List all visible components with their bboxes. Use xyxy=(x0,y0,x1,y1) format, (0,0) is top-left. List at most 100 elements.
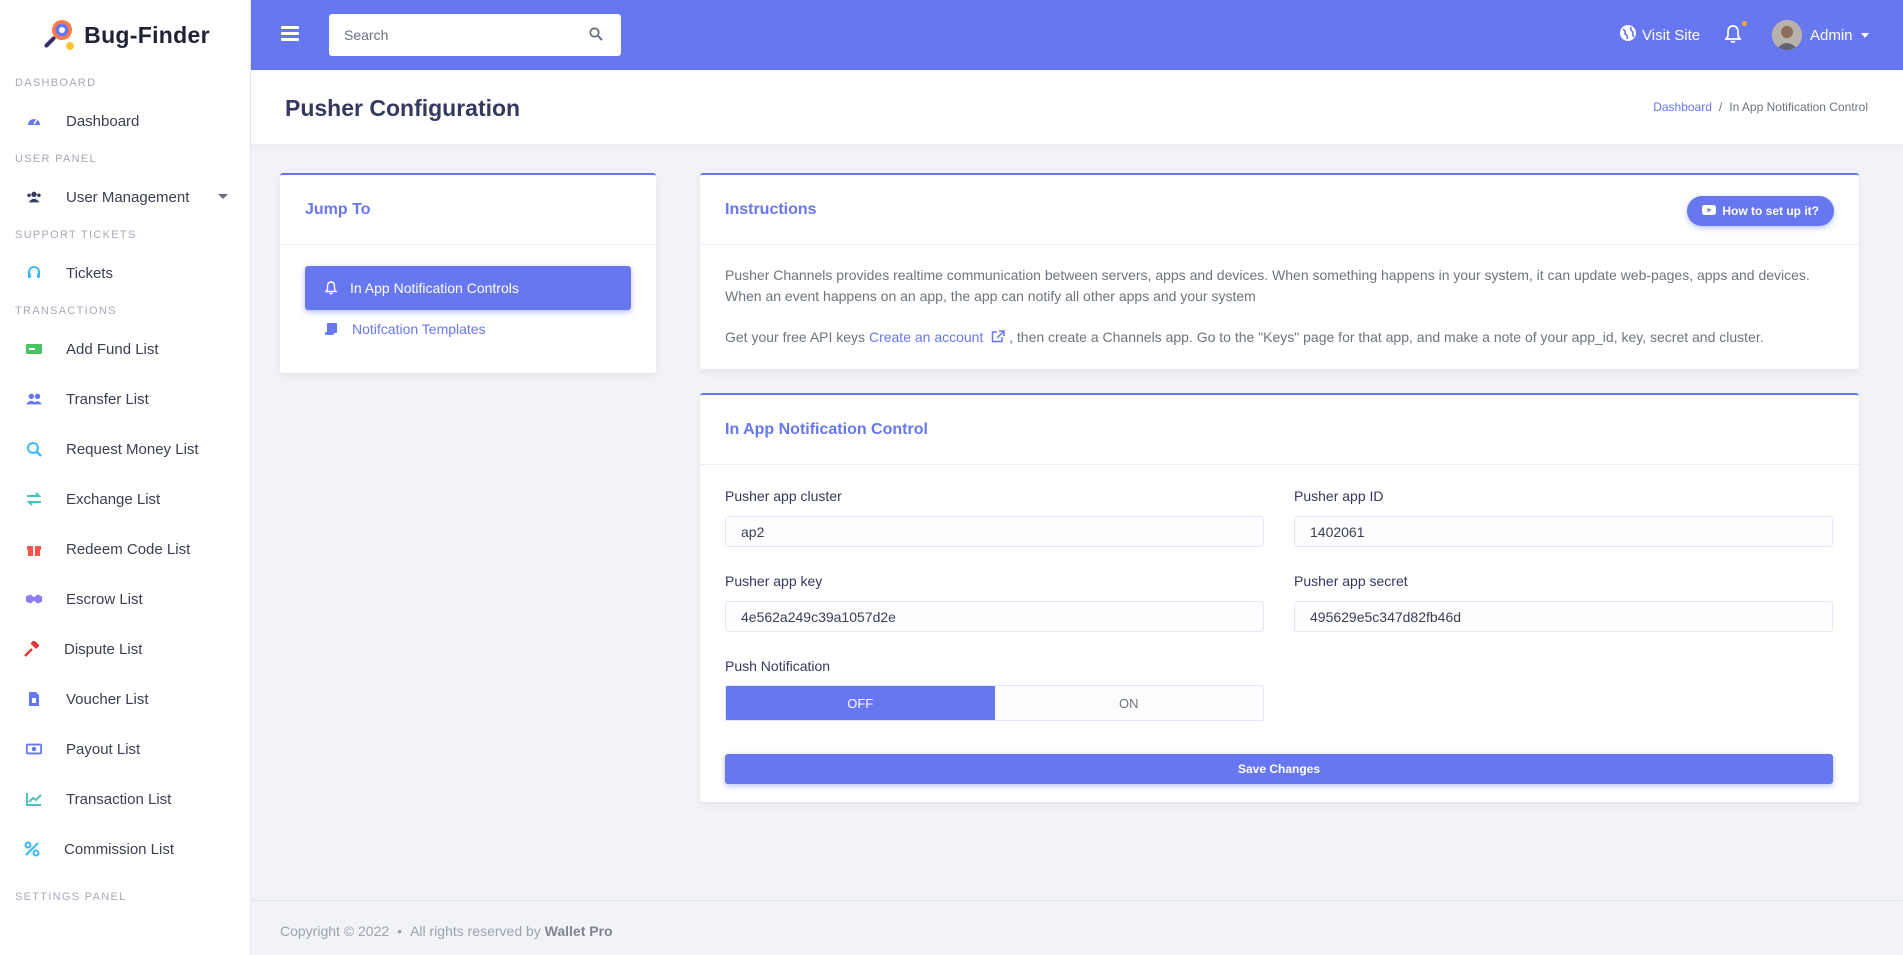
app-secret-input[interactable] xyxy=(1294,601,1833,632)
sidebar-item-label: Tickets xyxy=(66,264,113,282)
nav-section-settings-panel: SETTINGS PANEL xyxy=(15,891,127,903)
card-header: Jump To xyxy=(280,175,656,245)
app-key-input[interactable] xyxy=(725,601,1264,632)
push-notification-toggle: OFF ON xyxy=(725,685,1264,721)
jump-item-label: Notifcation Templates xyxy=(352,321,486,337)
card-title: Instructions xyxy=(725,200,817,218)
visit-site-link[interactable]: Visit Site xyxy=(1619,24,1700,46)
footer: Copyright © 2022 • All rights reserved by … xyxy=(251,900,1903,955)
sidebar-item-label: Escrow List xyxy=(66,590,143,608)
money-check-icon xyxy=(26,341,42,357)
bug-finder-logo-icon xyxy=(40,16,78,54)
sidebar-item-label: Transfer List xyxy=(66,390,149,408)
rights-text: All rights reserved by xyxy=(410,923,541,939)
gavel-icon xyxy=(24,641,40,657)
exchange-icon xyxy=(26,491,42,507)
notification-control-card: In App Notification Control Pusher app c… xyxy=(700,393,1859,802)
sidebar-item-label: Dispute List xyxy=(64,640,143,658)
app-id-input[interactable] xyxy=(1294,516,1833,547)
sidebar-item-label: Commission List xyxy=(64,840,175,858)
hamburger-menu-icon[interactable] xyxy=(281,26,299,42)
sidebar-item-commission-list[interactable]: Commission List xyxy=(0,824,250,874)
topbar: Visit Site Admin xyxy=(251,0,1903,70)
percent-icon xyxy=(24,841,40,857)
sidebar-item-dispute-list[interactable]: Dispute List xyxy=(0,624,250,674)
company-name[interactable]: Wallet Pro xyxy=(545,923,613,939)
sidebar-item-add-fund-list[interactable]: Add Fund List xyxy=(0,324,250,374)
push-notification-label: Push Notification xyxy=(725,658,831,674)
how-to-setup-button[interactable]: How to set up it? xyxy=(1687,196,1834,226)
sidebar-item-redeem-code-list[interactable]: Redeem Code List xyxy=(0,524,250,574)
notification-dot xyxy=(1742,21,1747,26)
headset-icon xyxy=(26,265,42,281)
sidebar-item-exchange-list[interactable]: Exchange List xyxy=(0,474,250,524)
page-header: Pusher Configuration Dashboard / In App No… xyxy=(251,70,1903,144)
nav-section-support-tickets: SUPPORT TICKETS xyxy=(15,229,137,241)
money-bill-icon xyxy=(26,741,42,757)
sidebar-item-voucher-list[interactable]: Voucher List xyxy=(0,674,250,724)
sidebar-item-payout-list[interactable]: Payout List xyxy=(0,724,250,774)
toggle-off-option[interactable]: OFF xyxy=(726,686,995,720)
create-account-label: Create an account xyxy=(868,329,984,345)
jump-item-in-app-notification-controls[interactable]: In App Notification Controls xyxy=(305,266,631,310)
user-transfer-icon xyxy=(26,391,42,407)
sidebar-item-user-management[interactable]: User Management xyxy=(0,172,250,222)
search-icon[interactable] xyxy=(589,27,605,43)
gift-icon xyxy=(26,541,42,557)
save-changes-button[interactable]: Save Changes xyxy=(725,754,1833,784)
sidebar: Bug-Finder DASHBOARD Dashboard USER PANE… xyxy=(0,0,251,955)
breadcrumb-current: In App Notification Control xyxy=(1729,100,1868,114)
api-keys-suffix: , then create a Channels app. Go to the … xyxy=(1009,329,1764,345)
card-header: In App Notification Control xyxy=(700,395,1859,465)
app-secret-label: Pusher app secret xyxy=(1294,573,1408,589)
handshake-icon xyxy=(26,591,42,607)
card-title: In App Notification Control xyxy=(725,420,928,438)
voucher-icon xyxy=(26,691,42,707)
brand[interactable]: Bug-Finder xyxy=(0,0,250,70)
copyright-text: Copyright © 2022 xyxy=(280,923,390,939)
admin-dropdown[interactable]: Admin xyxy=(1772,20,1869,50)
sidebar-item-transaction-list[interactable]: Transaction List xyxy=(0,774,250,824)
sidebar-item-transfer-list[interactable]: Transfer List xyxy=(0,374,250,424)
chevron-down-icon xyxy=(1860,32,1869,38)
app-key-label: Pusher app key xyxy=(725,573,823,589)
api-keys-prefix: Get your free API keys xyxy=(725,329,866,345)
search-input[interactable] xyxy=(329,14,579,56)
visit-site-label: Visit Site xyxy=(1642,26,1701,44)
chevron-down-icon xyxy=(218,194,228,199)
instructions-card: Instructions How to set up it? Pusher Ch… xyxy=(700,173,1859,369)
admin-label: Admin xyxy=(1810,26,1853,44)
toggle-on-option[interactable]: ON xyxy=(994,686,1263,720)
youtube-icon xyxy=(1702,204,1717,218)
jump-to-card: Jump To In App Notification Controls Not… xyxy=(280,173,656,373)
breadcrumb-separator: / xyxy=(1718,100,1723,114)
app-id-label: Pusher app ID xyxy=(1294,488,1384,504)
sidebar-item-request-money-list[interactable]: Request Money List xyxy=(0,424,250,474)
create-account-link[interactable]: Create an account xyxy=(869,329,1009,345)
sidebar-item-label: Exchange List xyxy=(66,490,161,508)
sidebar-item-label: Redeem Code List xyxy=(66,540,191,558)
breadcrumb-dashboard-link[interactable]: Dashboard xyxy=(1653,100,1712,114)
bell-icon[interactable] xyxy=(1724,24,1742,44)
gauge-icon xyxy=(26,113,42,129)
how-to-setup-label: How to set up it? xyxy=(1722,204,1819,218)
users-icon xyxy=(26,189,42,205)
brand-name: Bug-Finder xyxy=(84,21,210,48)
sidebar-item-dashboard[interactable]: Dashboard xyxy=(0,96,250,146)
cluster-input[interactable] xyxy=(725,516,1264,547)
sidebar-item-label: Request Money List xyxy=(66,440,199,458)
external-link-icon xyxy=(987,329,1005,345)
chart-line-icon xyxy=(26,791,42,807)
sidebar-item-tickets[interactable]: Tickets xyxy=(0,248,250,298)
jump-item-notification-templates[interactable]: Notifcation Templates xyxy=(325,321,486,337)
sidebar-item-label: Transaction List xyxy=(66,790,172,808)
instructions-body: Pusher Channels provides realtime commun… xyxy=(700,245,1859,388)
search-dollar-icon xyxy=(26,441,42,457)
sidebar-item-label: Voucher List xyxy=(66,690,149,708)
sidebar-item-escrow-list[interactable]: Escrow List xyxy=(0,574,250,624)
breadcrumb: Dashboard / In App Notification Control xyxy=(1653,100,1868,114)
cluster-label: Pusher app cluster xyxy=(725,488,842,504)
nav-section-dashboard: DASHBOARD xyxy=(15,77,97,89)
sidebar-item-label: User Management xyxy=(66,188,190,206)
jump-item-label: In App Notification Controls xyxy=(350,280,519,296)
